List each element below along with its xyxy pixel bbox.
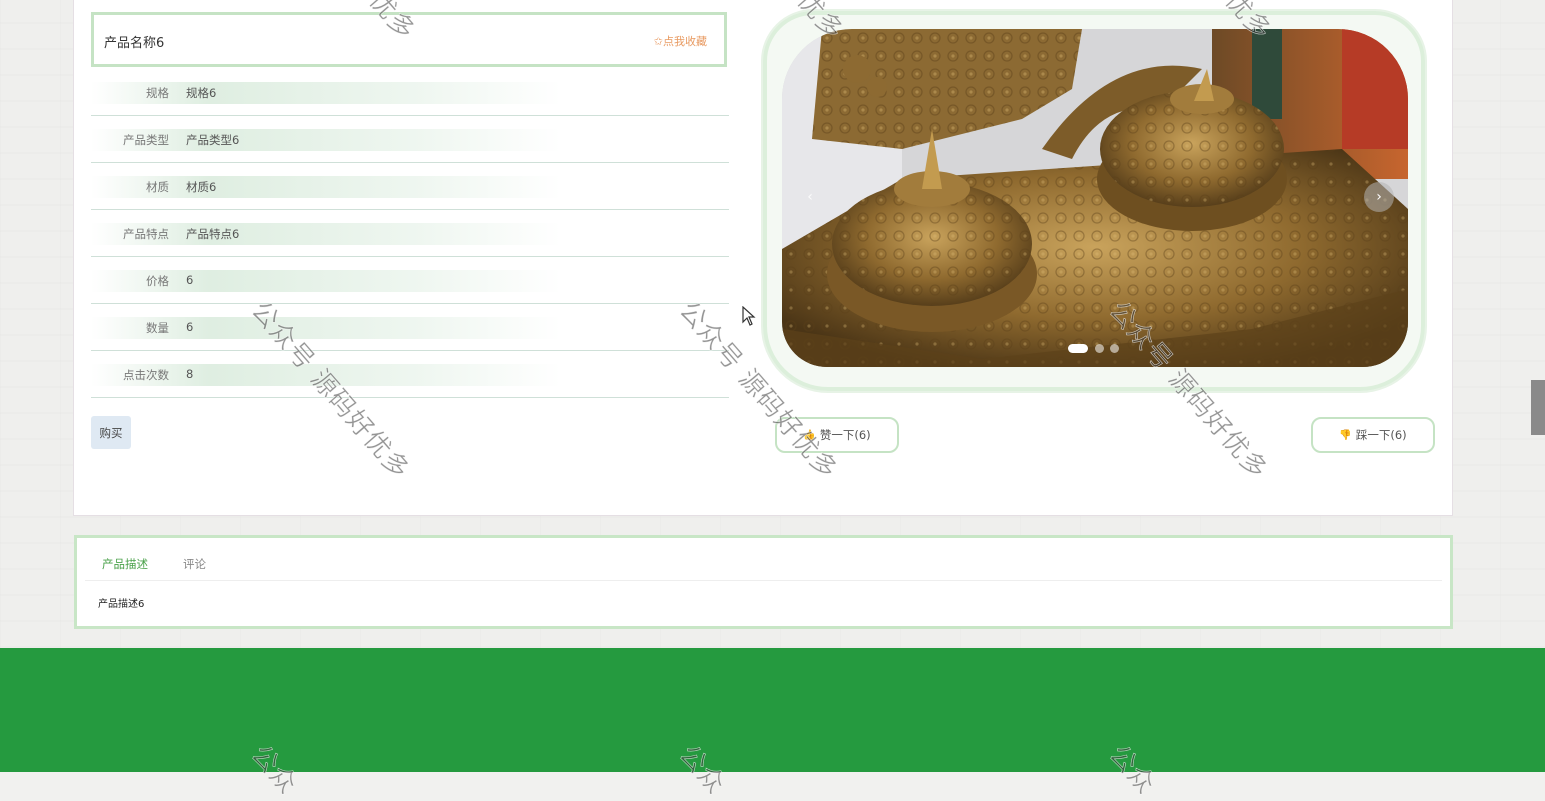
attribute-row-price: 价格 6	[91, 257, 729, 304]
carousel-next-button[interactable]: ›	[1364, 182, 1394, 212]
attribute-value: 6	[186, 320, 194, 334]
dislike-button[interactable]: 👎 踩一下(6)	[1311, 417, 1435, 453]
carousel-prev-button[interactable]: ‹	[799, 186, 821, 208]
attribute-label: 点击次数	[123, 368, 169, 382]
thumbs-down-icon: 👎	[1339, 429, 1352, 441]
like-label: 赞一下(6)	[819, 428, 871, 442]
attribute-value: 材质6	[186, 180, 217, 194]
dislike-label: 踩一下(6)	[1355, 428, 1407, 442]
attribute-label: 材质	[146, 180, 169, 194]
tab-comments[interactable]: 评论	[183, 556, 206, 572]
attribute-value: 规格6	[186, 86, 217, 100]
product-title-box: 产品名称6 ✩点我收藏	[91, 12, 727, 67]
attribute-row-quantity: 数量 6	[91, 304, 729, 351]
scrollbar-thumb[interactable]	[1531, 380, 1545, 435]
attribute-label: 产品类型	[123, 133, 169, 147]
attribute-label: 数量	[146, 321, 169, 335]
carousel-indicator[interactable]	[1068, 344, 1088, 353]
attribute-value: 6	[186, 273, 194, 287]
carousel-indicator[interactable]	[1110, 344, 1119, 353]
attribute-label: 价格	[146, 274, 169, 288]
attribute-label: 产品特点	[123, 227, 169, 241]
like-button[interactable]: 👍 赞一下(6)	[775, 417, 899, 453]
thumbs-up-icon: 👍	[803, 429, 816, 441]
carousel-indicator[interactable]	[1095, 344, 1104, 353]
description-tabs-panel: 产品描述 评论 产品描述6	[74, 535, 1453, 629]
carousel-product-image	[782, 29, 1408, 367]
attribute-value: 产品特点6	[186, 227, 240, 241]
tab-product-description[interactable]: 产品描述	[102, 556, 148, 572]
attribute-label: 规格	[146, 86, 169, 100]
attribute-row-material: 材质 材质6	[91, 163, 729, 210]
tab-divider	[85, 580, 1442, 581]
mouse-cursor-icon	[742, 305, 756, 330]
buy-button[interactable]: 购买	[91, 416, 131, 449]
attribute-row-feature: 产品特点 产品特点6	[91, 210, 729, 257]
attribute-value: 产品类型6	[186, 133, 240, 147]
footer	[0, 648, 1545, 772]
product-name: 产品名称6	[104, 36, 165, 51]
tab-content-text: 产品描述6	[98, 599, 145, 610]
attribute-value: 8	[186, 367, 194, 381]
attribute-row-clicks: 点击次数 8	[91, 351, 729, 398]
attribute-row-type: 产品类型 产品类型6	[91, 116, 729, 163]
attribute-row-spec: 规格 规格6	[91, 69, 729, 116]
collect-link[interactable]: ✩点我收藏	[654, 33, 707, 49]
